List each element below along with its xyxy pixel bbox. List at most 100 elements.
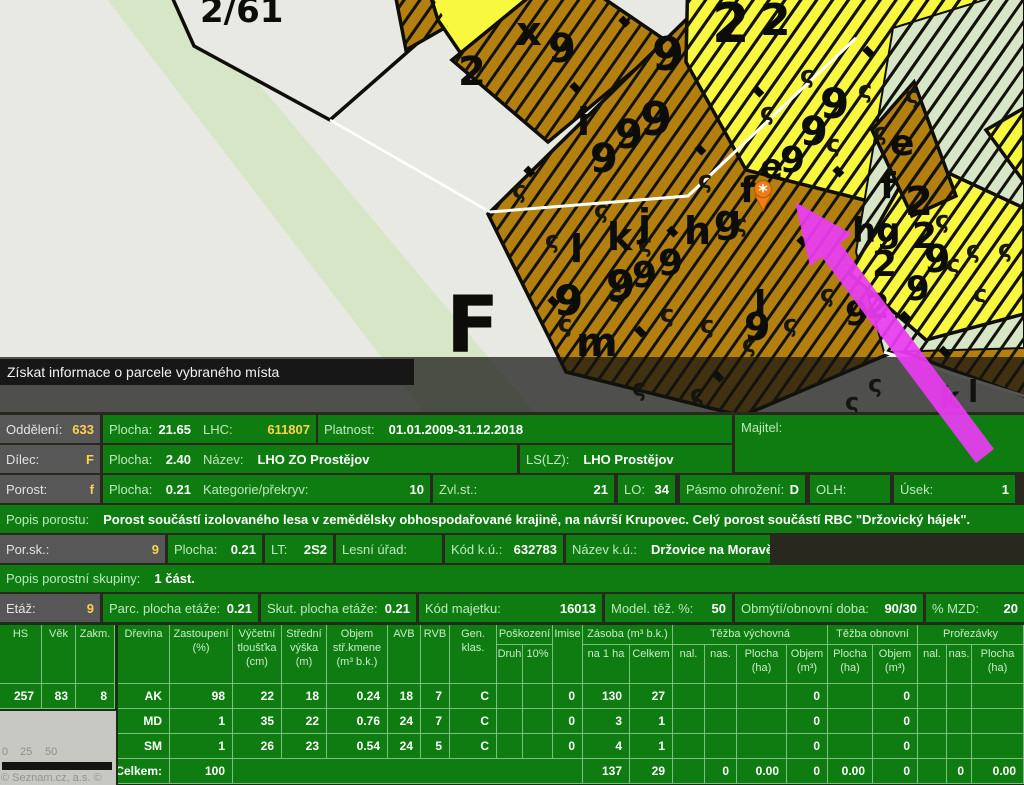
- field-label: Majitel:: [741, 420, 782, 435]
- map-viewport[interactable]: ςςςςςςςςςςςςςςςςςςςςςςςςςςςς2/61x929229i…: [0, 0, 1024, 785]
- table-cell: SM: [118, 734, 170, 759]
- field-value: 9: [152, 542, 159, 557]
- table-cell: 26: [233, 734, 282, 759]
- map-label: 2: [872, 244, 897, 285]
- table-cell: 0.00: [972, 759, 1024, 784]
- table-group-header-cell: Poškození: [497, 625, 553, 645]
- field-model-tez: Model. těž. %: 50: [605, 594, 732, 622]
- table-cell: [705, 684, 737, 709]
- table-cell: 22: [233, 684, 282, 709]
- map-label: 9: [906, 269, 930, 309]
- field-label: Dílec:: [6, 452, 39, 467]
- table-cell: 0.76: [327, 709, 388, 734]
- table-cell: 0: [705, 759, 737, 784]
- field-pasmo: Pásmo ohrožení: D: [680, 475, 805, 503]
- table-cell: [918, 684, 947, 709]
- table-header-cell: Objem stř.kmene (m³ b.k.): [327, 625, 388, 684]
- field-label: OLH:: [816, 482, 846, 497]
- species-symbol: ς: [905, 81, 919, 109]
- map-label: l: [570, 227, 583, 271]
- table-cell: [972, 684, 1024, 709]
- field-parc-plocha: Parc. plocha etáže: 0.21: [103, 594, 258, 622]
- table-cell: 18: [282, 684, 327, 709]
- field-label: Parc. plocha etáže:: [109, 601, 220, 616]
- map-label: 9: [820, 79, 849, 128]
- field-value: 633: [72, 422, 94, 437]
- table-cell: [497, 709, 523, 734]
- map-label: f: [740, 170, 756, 211]
- field-value: 20: [1004, 601, 1018, 616]
- field-label: Etáž:: [6, 601, 36, 616]
- table-cell: [673, 684, 705, 709]
- scale-label-25: 25: [20, 746, 32, 758]
- table-cell: 24: [388, 734, 421, 759]
- table-cell: 1: [170, 734, 233, 759]
- table-cell: 35: [233, 709, 282, 734]
- table-cell: [947, 709, 972, 734]
- table-cell: 0: [873, 734, 918, 759]
- marker-star: *: [758, 181, 768, 202]
- table-cell: 0: [787, 734, 828, 759]
- field-label: Název:: [203, 452, 243, 467]
- table-cell: 4: [583, 734, 630, 759]
- species-symbol: ς: [820, 280, 834, 308]
- table-cell: 0: [553, 684, 583, 709]
- field-value: Porost součástí izolovaného lesa v zeměd…: [103, 512, 970, 527]
- field-label: Popis porostní skupiny:: [6, 571, 140, 586]
- table-cell: 0: [787, 709, 828, 734]
- table-subheader-cell: nas.: [947, 645, 972, 684]
- map-label: 9: [590, 136, 618, 182]
- species-symbol: ς: [660, 300, 674, 328]
- field-label: Kategorie/překryv:: [203, 482, 309, 497]
- table-subheader-cell: Celkem: [630, 645, 673, 684]
- field-label: Úsek:: [900, 482, 933, 497]
- table-cell: [737, 734, 787, 759]
- field-label: Kód majetku:: [425, 601, 501, 616]
- field-lo: LO: 34: [618, 475, 675, 503]
- table-cell: C: [450, 684, 497, 709]
- map-label: 9: [548, 26, 576, 72]
- field-platnost: Platnost: 01.01.2009-31.12.2018: [318, 415, 732, 443]
- table-cell: C: [450, 734, 497, 759]
- table-cell: 0: [873, 709, 918, 734]
- table-cell: [972, 734, 1024, 759]
- map-label: 9: [554, 276, 583, 325]
- field-mzd: % MZD: 20: [926, 594, 1024, 622]
- map-label: 2: [712, 0, 750, 55]
- table-cell: [705, 734, 737, 759]
- table-cell: 0.00: [828, 759, 873, 784]
- field-value: f: [90, 482, 94, 497]
- table-cell: Celkem:: [118, 759, 170, 784]
- table-cell: [673, 759, 705, 784]
- species-symbol: ς: [700, 311, 714, 339]
- field-value: 0.21: [166, 482, 191, 497]
- field-label: Por.sk.:: [6, 542, 49, 557]
- field-usek: Úsek: 1: [894, 475, 1015, 503]
- table-cell: 24: [388, 709, 421, 734]
- field-label: Skut. plocha etáže:: [267, 601, 378, 616]
- table-cell: 7: [421, 684, 450, 709]
- table-cell: 137: [583, 759, 630, 784]
- field-plocha-porsk: Plocha: 0.21: [168, 535, 262, 563]
- map-label: 2: [760, 0, 791, 46]
- field-label: Model. těž. %:: [611, 601, 693, 616]
- field-label: Název k.ú.:: [572, 542, 637, 557]
- table-cell: 23: [282, 734, 327, 759]
- table-cell: 257: [0, 684, 42, 709]
- table-cell: [947, 684, 972, 709]
- field-value: 16013: [560, 601, 596, 616]
- field-label: Oddělení:: [6, 422, 62, 437]
- field-value: LHO Prostějov: [583, 452, 673, 467]
- field-label: LHC:: [203, 422, 233, 437]
- field-dilec: Dílec: F: [0, 445, 100, 473]
- table-subheader-cell: Objem (m³): [787, 645, 828, 684]
- field-plocha-oddeleni: Plocha: 21.65: [103, 415, 197, 443]
- table-cell: [737, 684, 787, 709]
- field-popis-skupiny: Popis porostní skupiny: 1 část.: [0, 565, 1024, 592]
- map-label: j: [636, 201, 651, 245]
- field-kod-majetku: Kód majetku: 16013: [419, 594, 602, 622]
- field-porsk: Por.sk.: 9: [0, 535, 165, 563]
- table-cell: 0.54: [327, 734, 388, 759]
- table-subheader-cell: 10%: [523, 645, 553, 684]
- stand-table: DřevinaZastoupení (%)Výčetní tloušťka (c…: [118, 625, 1024, 784]
